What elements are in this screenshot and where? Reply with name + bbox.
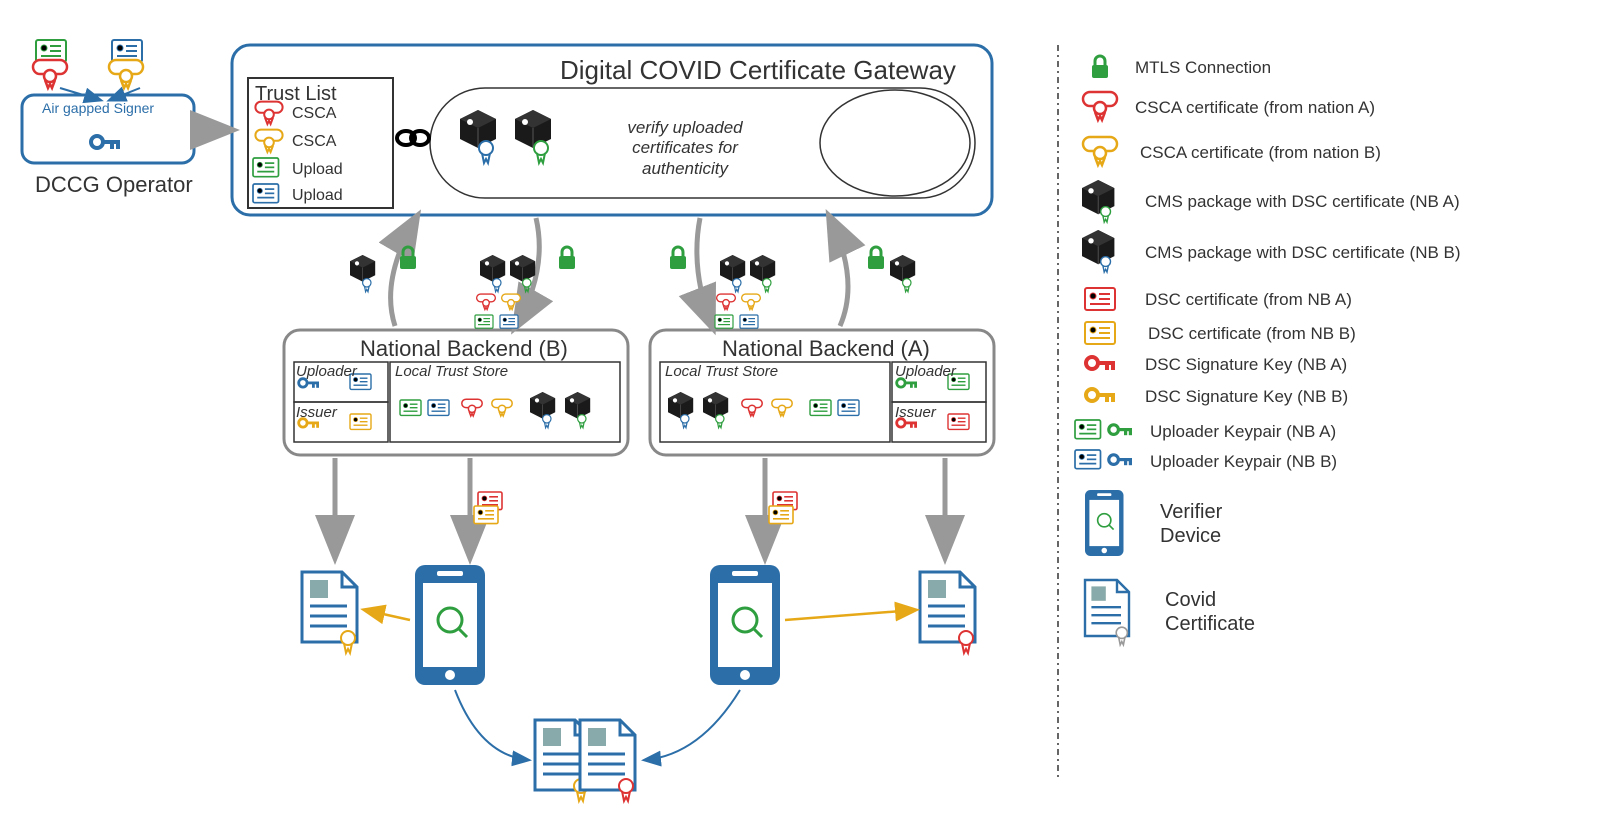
lock-icon [400,247,416,269]
dsc-card-icon [1085,288,1115,310]
gateway-title: Digital COVID Certificate Gateway [560,55,956,86]
csca-scroll-icon [109,60,143,88]
lock-icon [559,247,575,269]
legend-csca-a: CSCA certificate (from nation A) [1135,98,1375,118]
legend-up-a: Uploader Keypair (NB A) [1150,422,1336,442]
dsc-card-icon [1085,322,1115,344]
issuer-label: Issuer [296,404,337,422]
csca-scroll-icon [1083,92,1117,120]
legend-sig-a: DSC Signature Key (NB A) [1145,355,1347,375]
csca-scroll-icon [1083,137,1117,165]
uploader-label: Uploader [895,363,956,381]
covid-cert-icon [920,572,975,653]
trust-store-label: Local Trust Store [665,363,778,381]
verifier-device-icon [1085,490,1124,556]
gateway-verify-text: verify uploaded certificates for authent… [600,118,770,179]
legend-dsc-a: DSC certificate (from NB A) [1145,290,1352,310]
covid-cert-icon [580,720,635,801]
legend-mtls: MTLS Connection [1135,58,1271,78]
legend-sig-b: DSC Signature Key (NB B) [1145,387,1348,407]
key-icon [1086,357,1115,370]
legend-verifier: Verifier Device [1160,500,1260,548]
diagram-svg [0,0,1616,829]
issuer-label: Issuer [895,404,936,422]
trust-list-title: Trust List [255,82,337,106]
operator-label: DCCG Operator [35,172,193,198]
trust-list-item: Upload [292,160,343,179]
legend-covid: Covid Certificate [1165,588,1285,636]
legend-csca-b: CSCA certificate (from nation B) [1140,143,1381,163]
backend-a-title: National Backend (A) [722,336,930,362]
verifier-device-icon [710,565,780,685]
trust-list-item: Upload [292,186,343,205]
upload-card-icon [36,40,66,62]
trust-store-label: Local Trust Store [395,363,508,381]
legend-cms-a: CMS package with DSC certificate (NB A) [1145,192,1460,212]
covid-cert-icon [302,572,357,653]
trust-list-item: CSCA [292,104,336,123]
backend-b-title: National Backend (B) [360,336,568,362]
signer-label: Air gapped Signer [42,100,154,117]
lock-icon [670,247,686,269]
upload-card-icon [112,40,142,62]
lock-icon [1092,56,1108,78]
uploader-label: Uploader [296,363,357,381]
legend-cms-b: CMS package with DSC certificate (NB B) [1145,243,1461,263]
legend-dsc-b: DSC certificate (from NB B) [1148,324,1356,344]
covid-cert-icon [1085,580,1129,645]
verifier-device-icon [415,565,485,685]
csca-scroll-icon [33,60,67,88]
key-icon [1086,389,1115,402]
legend-up-b: Uploader Keypair (NB B) [1150,452,1337,472]
lock-icon [868,247,884,269]
trust-list-item: CSCA [292,132,336,151]
